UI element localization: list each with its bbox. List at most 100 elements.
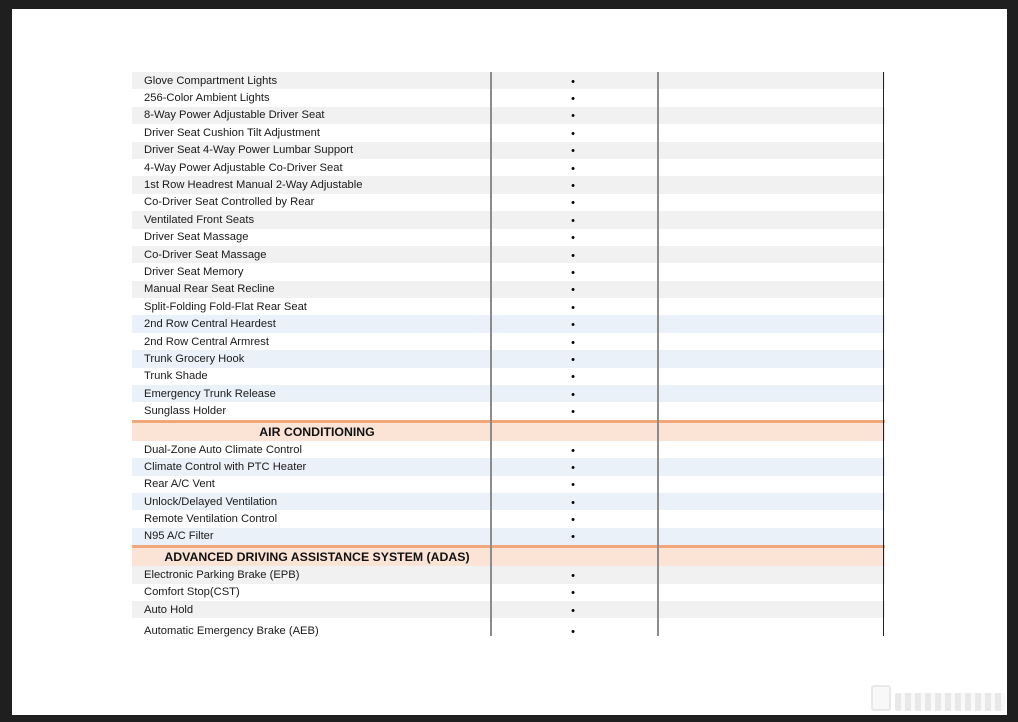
availability-bullet: • [571,162,575,175]
feature-label: 1st Row Headrest Manual 2-Way Adjustable [144,179,363,192]
table-row: Glove Compartment Lights • [132,72,885,90]
feature-label: Glove Compartment Lights [144,74,278,87]
table-row: Trunk Shade • [132,367,885,386]
feature-label: Driver Seat Massage [144,231,249,244]
table-row: Sunglass Holder • [132,402,885,420]
section-header: AIR CONDITIONING [132,419,885,441]
availability-bullet: • [571,197,575,210]
table-row: Co-Driver Seat Controlled by Rear • [132,193,885,212]
table-row: 256-Color Ambient Lights • [132,89,885,107]
table-row: 2nd Row Central Armrest • [132,332,885,351]
table-row: Driver Seat Memory • [132,263,885,281]
feature-label: Climate Control with PTC Heater [144,460,307,473]
spec-table: Glove Compartment Lights • 256-Color Ambie… [132,72,885,645]
table-row: Automatic Emergency Brake (AEB) • [132,618,885,645]
availability-bullet: • [571,587,575,600]
table-row: 4-Way Power Adjustable Co-Driver Seat • [132,158,885,177]
availability-bullet: • [571,266,575,279]
feature-label: 2nd Row Central Armrest [144,335,269,348]
watermark [871,685,1005,711]
availability-bullet: • [571,180,575,193]
feature-label: Dual-Zone Auto Climate Control [144,443,302,456]
feature-label: Trunk Shade [144,370,208,383]
feature-label: Ventilated Front Seats [144,213,255,226]
feature-label: Electronic Parking Brake (EPB) [144,568,300,581]
availability-bullet: • [571,388,575,401]
table-row: Dual-Zone Auto Climate Control • [132,440,885,459]
availability-bullet: • [571,336,575,349]
availability-bullet: • [571,479,575,492]
table-row: Ventilated Front Seats • [132,211,885,229]
feature-label: Co-Driver Seat Controlled by Rear [144,196,315,209]
availability-bullet: • [571,75,575,88]
feature-label: Driver Seat Cushion Tilt Adjustment [144,126,320,139]
table-row: Split-Folding Fold-Flat Rear Seat • [132,298,885,316]
availability-bullet: • [571,496,575,509]
feature-label: Rear A/C Vent [144,478,215,491]
feature-label: Sunglass Holder [144,405,227,418]
feature-label: Split-Folding Fold-Flat Rear Seat [144,300,307,313]
feature-label: Driver Seat Memory [144,265,244,278]
table-row: Manual Rear Seat Recline • [132,280,885,299]
availability-bullet: • [571,214,575,227]
availability-bullet: • [571,353,575,366]
table-row: Climate Control with PTC Heater • [132,458,885,476]
table-row: Remote Ventilation Control • [132,510,885,528]
availability-bullet: • [571,145,575,158]
table-row: 2nd Row Central Heardest • [132,315,885,333]
section-title: ADVANCED DRIVING ASSISTANCE SYSTEM (ADAS… [164,550,470,565]
table-row: Electronic Parking Brake (EPB) • [132,566,885,584]
feature-label: Driver Seat 4-Way Power Lumbar Support [144,144,354,157]
table-row: 8-Way Power Adjustable Driver Seat • [132,106,885,125]
feature-label: 2nd Row Central Heardest [144,318,276,331]
feature-label: 4-Way Power Adjustable Co-Driver Seat [144,161,343,174]
availability-bullet: • [571,444,575,457]
availability-bullet: • [571,284,575,297]
feature-label: Co-Driver Seat Massage [144,248,267,261]
watermark-logo-icon [871,685,891,711]
table-row: Co-Driver Seat Massage • [132,245,885,264]
table-row: Comfort Stop(CST) • [132,583,885,601]
feature-label: Comfort Stop(CST) [144,586,240,599]
availability-bullet: • [571,232,575,245]
availability-bullet: • [571,604,575,617]
availability-bullet: • [571,406,575,419]
column-divider-2 [657,72,659,636]
availability-bullet: • [571,461,575,474]
availability-bullet: • [571,127,575,140]
table-row: Driver Seat Cushion Tilt Adjustment • [132,124,885,142]
feature-label: Trunk Grocery Hook [144,352,245,365]
feature-label: Emergency Trunk Release [144,387,276,400]
availability-bullet: • [571,319,575,332]
feature-label: N95 A/C Filter [144,530,214,543]
availability-bullet: • [571,110,575,123]
availability-bullet: • [571,569,575,582]
table-row: N95 A/C Filter • [132,527,885,546]
table-row: Emergency Trunk Release • [132,385,885,403]
feature-label: Remote Ventilation Control [144,513,278,526]
document-page: Glove Compartment Lights • 256-Color Ambie… [12,9,1007,715]
feature-label: Automatic Emergency Brake (AEB) [144,625,319,638]
feature-label: Manual Rear Seat Recline [144,283,275,296]
availability-bullet: • [571,531,575,544]
table-row: Unlock/Delayed Ventilation • [132,492,885,511]
availability-bullet: • [571,301,575,314]
table-row: Auto Hold • [132,600,885,619]
table-row: Rear A/C Vent • [132,475,885,493]
section-header: ADVANCED DRIVING ASSISTANCE SYSTEM (ADAS… [132,545,885,567]
feature-label: 8-Way Power Adjustable Driver Seat [144,109,325,122]
availability-bullet: • [571,249,575,262]
column-divider-1 [490,72,492,636]
table-row: Driver Seat Massage • [132,228,885,246]
table-row: Trunk Grocery Hook • [132,350,885,368]
table-row: Driver Seat 4-Way Power Lumbar Support • [132,141,885,159]
section-title: AIR CONDITIONING [259,424,375,439]
availability-bullet: • [571,626,575,639]
feature-label: Unlock/Delayed Ventilation [144,495,278,508]
availability-bullet: • [571,371,575,384]
feature-label: Auto Hold [144,603,194,616]
availability-bullet: • [571,514,575,527]
availability-bullet: • [571,93,575,106]
column-divider-right [883,72,884,636]
feature-label: 256-Color Ambient Lights [144,92,270,105]
